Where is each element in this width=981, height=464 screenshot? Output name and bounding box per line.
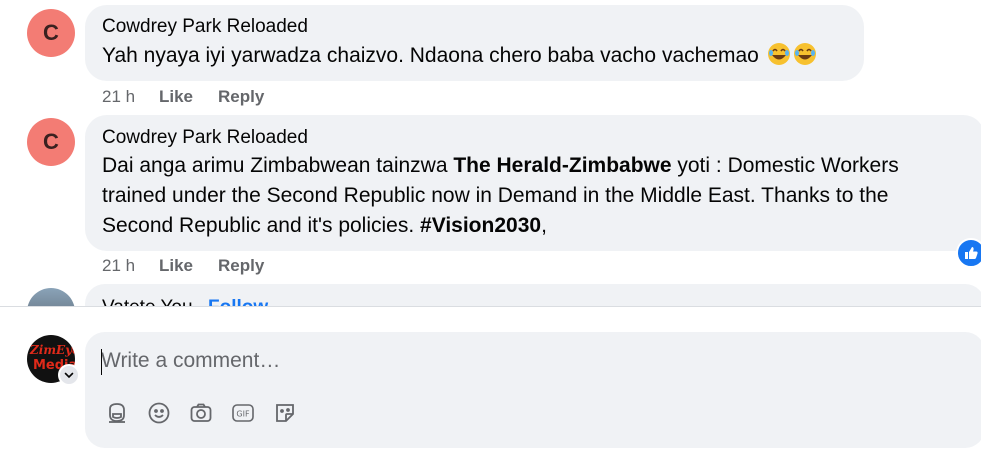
gif-icon[interactable]: GIF bbox=[230, 400, 256, 426]
comment-timestamp[interactable]: 21 h bbox=[102, 256, 159, 276]
like-button[interactable]: Like bbox=[159, 256, 218, 276]
follow-button[interactable]: Follow bbox=[208, 297, 268, 306]
commenter-avatar[interactable]: C bbox=[27, 9, 75, 57]
camera-icon[interactable] bbox=[188, 400, 214, 426]
avatar-letter: C bbox=[43, 20, 59, 45]
avatar-sticker-icon[interactable] bbox=[104, 400, 130, 426]
commenter-avatar[interactable] bbox=[27, 288, 75, 306]
comment-author[interactable]: Vatete You bbox=[102, 297, 193, 306]
mention-link[interactable]: The Herald-Zimbabwe bbox=[453, 154, 671, 177]
hashtag-link[interactable]: #Vision2030 bbox=[420, 214, 541, 237]
reply-button[interactable]: Reply bbox=[218, 87, 264, 107]
comment-text: Yah nyaya iyi yarwadza chaizvo. Ndaona c… bbox=[102, 41, 848, 71]
laughing-emoji-icon bbox=[767, 42, 791, 66]
laughing-emoji-icon bbox=[793, 42, 817, 66]
comment-composer: GIF bbox=[85, 332, 981, 448]
comment-body: Dai anga arimu Zimbabwean tainzwa bbox=[102, 154, 454, 177]
commenter-avatar[interactable]: C bbox=[27, 118, 75, 166]
reply-button[interactable]: Reply bbox=[218, 256, 264, 276]
comment-text: Dai anga arimu Zimbabwean tainzwa The He… bbox=[102, 151, 962, 241]
comment-author[interactable]: Cowdrey Park Reloaded bbox=[102, 16, 848, 38]
divider bbox=[0, 306, 981, 307]
like-reaction-icon[interactable] bbox=[956, 238, 981, 268]
comment-author[interactable]: Cowdrey Park Reloaded bbox=[102, 127, 969, 149]
text-caret bbox=[101, 349, 102, 375]
sticker-icon[interactable] bbox=[272, 400, 298, 426]
svg-text:GIF: GIF bbox=[236, 410, 250, 419]
comment-actions: 21 h Like Reply bbox=[102, 87, 264, 107]
comment-bubble: Cowdrey Park Reloaded Dai anga arimu Zim… bbox=[85, 115, 981, 251]
chevron-down-icon[interactable] bbox=[58, 364, 80, 386]
next-comment-peek: Vatete You Follow bbox=[0, 284, 981, 306]
comment-timestamp[interactable]: 21 h bbox=[102, 87, 159, 107]
comment-input[interactable] bbox=[101, 345, 961, 377]
comment-body: Yah nyaya iyi yarwadza chaizvo. Ndaona c… bbox=[102, 44, 759, 67]
comment-bubble: Cowdrey Park Reloaded Yah nyaya iyi yarw… bbox=[85, 5, 864, 81]
emoji-icon[interactable] bbox=[146, 400, 172, 426]
comment-actions: 21 h Like Reply bbox=[102, 256, 264, 276]
like-button[interactable]: Like bbox=[159, 87, 218, 107]
logo-text: ZimEye bbox=[30, 343, 75, 357]
avatar-letter: C bbox=[43, 129, 59, 154]
comment-body: , bbox=[541, 214, 547, 237]
